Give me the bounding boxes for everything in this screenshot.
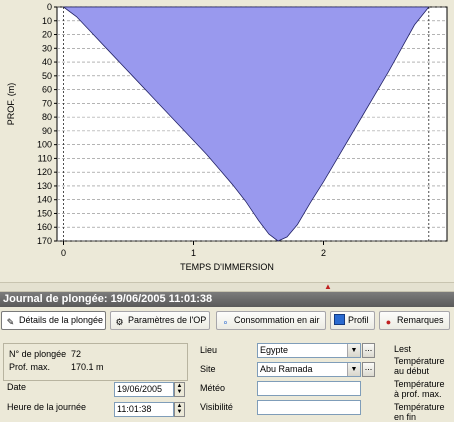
location-value: Egypte bbox=[260, 345, 289, 355]
y-tick-label: 110 bbox=[38, 153, 52, 163]
weather-field[interactable] bbox=[257, 381, 361, 396]
temp-end-sublabel: en fin bbox=[394, 412, 417, 422]
weather-label: Météo bbox=[200, 383, 226, 393]
y-tick-label: 100 bbox=[37, 140, 52, 150]
tab-dive-details[interactable]: ✎ Détails de la plongée bbox=[1, 311, 106, 330]
location-browse-button[interactable]: ... bbox=[362, 343, 375, 358]
pushpin-icon: ● bbox=[385, 317, 392, 327]
tab-label: Consommation en air bbox=[234, 315, 320, 325]
pencil-icon: ✎ bbox=[6, 317, 15, 327]
dive-summary-box: N° de plongée 72 Prof. max. 170.1 m bbox=[3, 343, 188, 381]
y-axis-label: PROF. (m) bbox=[6, 83, 16, 126]
depth-profile-svg: 0102030405060708090100110120130140150160… bbox=[6, 2, 448, 272]
y-tick-label: 120 bbox=[37, 167, 52, 177]
y-tick-label: 90 bbox=[42, 126, 52, 136]
temp-end-label: Température bbox=[394, 402, 445, 412]
temp-max-sublabel: à prof. max. bbox=[394, 389, 442, 399]
tab-label: Détails de la plongée bbox=[19, 315, 104, 325]
date-field[interactable]: 19/06/2005 bbox=[114, 382, 174, 397]
y-tick-label: 0 bbox=[47, 2, 52, 12]
site-dropdown[interactable]: Abu Ramada ▼ bbox=[257, 362, 361, 377]
temp-start-label: Température bbox=[394, 356, 445, 366]
tab-remarks[interactable]: ● Remarques bbox=[379, 311, 450, 330]
date-spinner[interactable]: ▲ ▼ bbox=[174, 382, 185, 397]
y-tick-label: 50 bbox=[42, 71, 52, 81]
time-spinner[interactable]: ▲ ▼ bbox=[174, 402, 185, 417]
panel-splitter[interactable]: ▲ bbox=[0, 282, 454, 292]
temp-max-label: Température bbox=[394, 379, 445, 389]
dive-details-panel: N° de plongée 72 Prof. max. 170.1 m Date… bbox=[0, 333, 454, 422]
y-tick-label: 70 bbox=[42, 98, 52, 108]
location-dropdown[interactable]: Egypte ▼ bbox=[257, 343, 361, 358]
tab-label: Profil bbox=[348, 315, 369, 325]
tab-label: Paramètres de l'OP bbox=[128, 315, 207, 325]
profile-chart-icon bbox=[334, 314, 345, 325]
y-tick-label: 40 bbox=[42, 57, 52, 67]
visibility-label: Visibilité bbox=[200, 402, 233, 412]
y-tick-label: 150 bbox=[37, 208, 52, 218]
tab-profile[interactable]: Profil bbox=[330, 311, 375, 330]
temp-start-sublabel: au début bbox=[394, 366, 430, 376]
dive-log-title: Journal de plongée: 19/06/2005 11:01:38 bbox=[0, 292, 454, 307]
site-value: Abu Ramada bbox=[260, 364, 313, 374]
time-of-day-label: Heure de la journée bbox=[7, 402, 87, 412]
y-tick-label: 30 bbox=[42, 43, 52, 53]
visibility-field[interactable] bbox=[257, 400, 361, 415]
y-tick-label: 160 bbox=[37, 222, 52, 232]
y-tick-label: 80 bbox=[42, 112, 52, 122]
y-tick-label: 10 bbox=[42, 16, 52, 26]
y-tick-label: 60 bbox=[42, 85, 52, 95]
dive-number-label: N° de plongée bbox=[9, 349, 67, 359]
tab-bar: ✎ Détails de la plongée ⚙ Paramètres de l'… bbox=[0, 309, 454, 333]
x-axis-label: TEMPS D'IMMERSION bbox=[180, 262, 274, 272]
weight-label: Lest bbox=[394, 344, 412, 354]
tab-op-settings[interactable]: ⚙ Paramètres de l'OP bbox=[110, 311, 210, 330]
bubbles-icon: ∘ bbox=[222, 317, 229, 327]
site-label: Site bbox=[200, 364, 216, 374]
gear-icon: ⚙ bbox=[115, 317, 124, 327]
depth-profile-chart: 0 10 20 30 40 50 60 70 80 90 100 110 120 130 140 150 160… bbox=[0, 0, 454, 282]
x-tick-label: 0 bbox=[61, 248, 66, 258]
y-tick-label: 170 bbox=[37, 236, 52, 246]
y-tick-label: 140 bbox=[37, 195, 52, 205]
time-field[interactable]: 11:01:38 bbox=[114, 402, 174, 417]
max-depth-value: 170.1 m bbox=[71, 362, 104, 372]
chevron-down-icon[interactable]: ▼ bbox=[347, 363, 360, 376]
tab-label: Remarques bbox=[397, 315, 444, 325]
max-depth-label: Prof. max. bbox=[9, 362, 51, 372]
x-tick-label: 1 bbox=[191, 248, 196, 258]
splitter-grip-icon[interactable]: ▲ bbox=[324, 283, 332, 291]
date-label: Date bbox=[7, 382, 27, 392]
site-browse-button[interactable]: ... bbox=[362, 362, 375, 377]
location-label: Lieu bbox=[200, 345, 218, 355]
x-tick-label: 2 bbox=[321, 248, 326, 258]
tab-air-consumption[interactable]: ∘ Consommation en air bbox=[216, 311, 326, 330]
chevron-down-icon[interactable]: ▼ bbox=[347, 344, 360, 357]
y-tick-label: 20 bbox=[42, 30, 52, 40]
dive-number-value: 72 bbox=[71, 349, 82, 359]
y-tick-label: 130 bbox=[37, 181, 52, 191]
